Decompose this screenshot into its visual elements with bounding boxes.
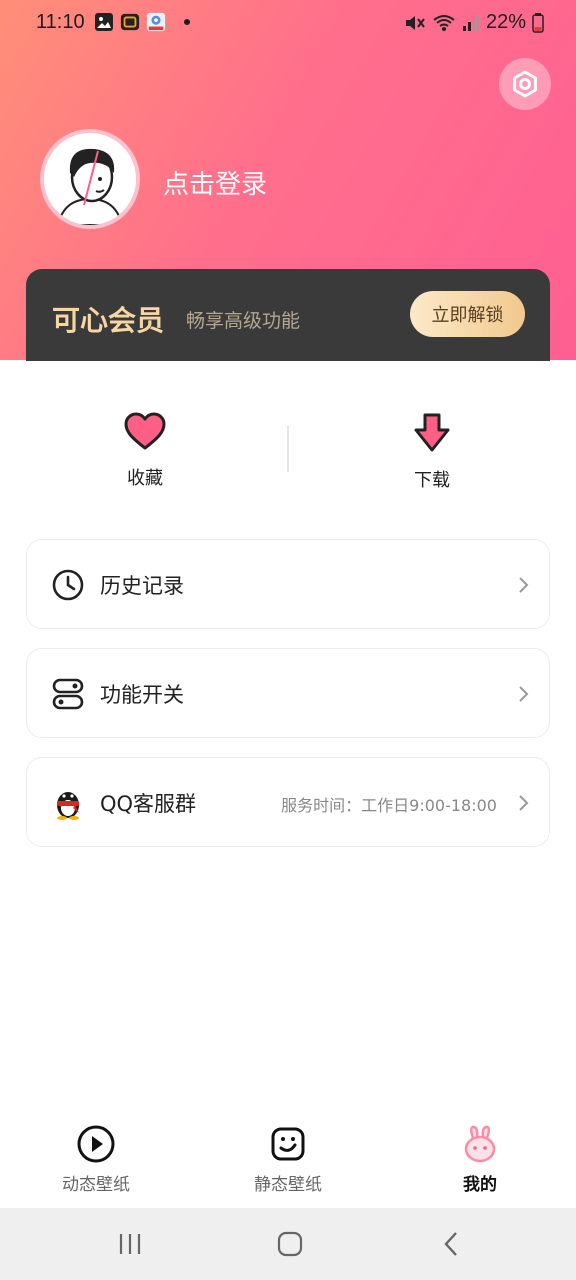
vip-membership-card[interactable]: 可心会员 畅享高级功能 立即解锁 (26, 269, 550, 361)
more-notifications-dot (184, 19, 190, 25)
status-right: 22% (404, 11, 544, 34)
quick-divider (287, 426, 289, 472)
chevron-right-icon (519, 686, 529, 702)
avatar[interactable] (40, 129, 140, 229)
menu-label-history: 历史记录 (100, 574, 184, 598)
clock-icon (52, 569, 84, 601)
wifi-icon (433, 14, 455, 31)
chevron-right-icon (519, 577, 529, 593)
battery-percent: 22% (485, 11, 526, 33)
status-time: 11:10 (36, 11, 85, 33)
tab-label-mine: 我的 (463, 1175, 497, 1195)
toggle-icon (52, 678, 84, 710)
service-hours: 服务时间：工作日9:00-18:00 (281, 796, 497, 815)
bunny-icon (464, 1125, 496, 1163)
play-icon (77, 1125, 115, 1163)
login-link[interactable]: 点击登录 (163, 164, 267, 201)
mute-icon (405, 15, 425, 30)
tab-mine[interactable]: 我的 (420, 1124, 540, 1195)
system-nav-bar (0, 1208, 576, 1280)
home-button[interactable] (270, 1226, 310, 1262)
notification-icons (94, 12, 190, 32)
settings-button[interactable] (499, 58, 551, 110)
signal-icon (462, 14, 479, 31)
profile-header: 11:10 22% 点击登录 可心会员 畅享高级功能 立即解锁 (0, 0, 576, 361)
recent-apps-button[interactable] (110, 1226, 150, 1262)
unlock-button[interactable]: 立即解锁 (410, 291, 525, 337)
bottom-tab-bar: 动态壁纸 静态壁纸 我的 (0, 1110, 576, 1208)
battery-icon (532, 12, 544, 33)
menu-label-feature-switch: 功能开关 (100, 683, 184, 707)
default-avatar-icon (44, 133, 136, 225)
menu-item-qq-service[interactable]: QQ客服群 服务时间：工作日9:00-18:00 (26, 757, 550, 847)
menu-item-history[interactable]: 历史记录 (26, 539, 550, 629)
quick-actions: 收藏 下载 (0, 360, 576, 520)
tab-label-live: 动态壁纸 (62, 1175, 130, 1195)
downloads-button[interactable]: 下载 (352, 412, 512, 492)
menu-item-feature-switch[interactable]: 功能开关 (26, 648, 550, 738)
tab-label-static: 静态壁纸 (254, 1175, 322, 1195)
favorites-button[interactable]: 收藏 (65, 412, 225, 490)
smile-icon (271, 1127, 305, 1161)
qq-penguin-icon (57, 792, 79, 820)
recent-apps-icon (119, 1234, 141, 1254)
home-icon (277, 1231, 303, 1257)
status-bar: 11:10 22% (0, 0, 576, 48)
app-notification-icon (146, 12, 166, 32)
download-icon (414, 413, 450, 452)
heart-icon (124, 412, 166, 450)
favorites-label: 收藏 (127, 468, 163, 489)
tv-notification-icon (120, 12, 140, 32)
menu-label-qq-service: QQ客服群 (100, 792, 197, 816)
tab-static-wallpaper[interactable]: 静态壁纸 (228, 1124, 348, 1195)
tab-live-wallpaper[interactable]: 动态壁纸 (36, 1124, 156, 1195)
vip-title: 可心会员 (52, 304, 165, 337)
settings-hexagon-icon (513, 70, 537, 98)
chevron-right-icon (519, 795, 529, 811)
back-button[interactable] (432, 1226, 472, 1262)
vip-subtitle: 畅享高级功能 (186, 310, 301, 332)
gallery-notification-icon (94, 12, 114, 32)
back-arrow-icon (444, 1232, 457, 1256)
downloads-label: 下载 (414, 470, 450, 491)
